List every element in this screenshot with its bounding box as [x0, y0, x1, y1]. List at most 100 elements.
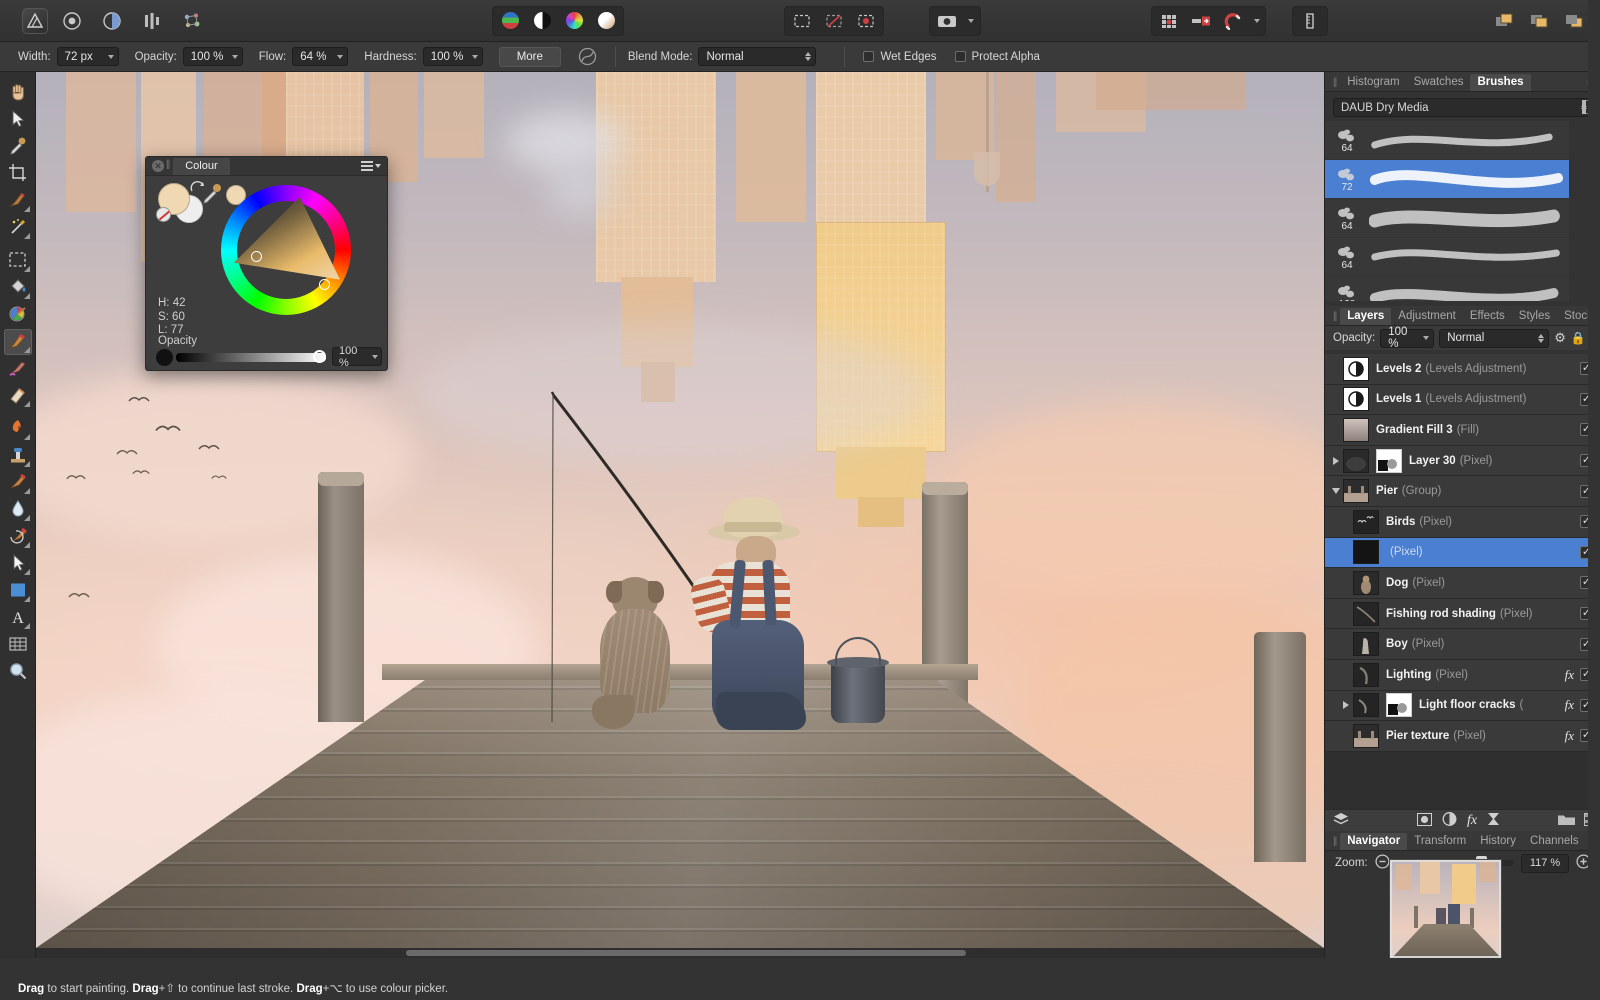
opacity-slider-handle[interactable] [313, 350, 326, 363]
chevron-right-icon[interactable] [1339, 701, 1353, 709]
inpainting-tool[interactable] [4, 470, 32, 496]
chevron-down-icon[interactable] [337, 55, 343, 59]
clone-brush-tool[interactable] [4, 443, 32, 469]
tool-submenu-indicator[interactable] [24, 569, 30, 575]
layer-blend-select[interactable]: Normal [1439, 329, 1549, 348]
layer-row[interactable]: Levels 2(Levels Adjustment)✓ [1325, 354, 1600, 385]
zoom-tool[interactable] [4, 659, 32, 685]
assistant-icon[interactable] [57, 8, 87, 34]
tab-brushes[interactable]: Brushes [1470, 74, 1530, 91]
layer-effects-icon[interactable]: fx [1565, 667, 1574, 683]
move-backward-icon[interactable] [1559, 8, 1589, 34]
brush-category-select[interactable]: DAUB Dry Media [1333, 98, 1592, 117]
no-colour-icon[interactable] [156, 207, 171, 222]
tab-history[interactable]: History [1473, 833, 1523, 850]
saturation-handle[interactable] [251, 251, 262, 262]
tab-channels[interactable]: Channels [1523, 833, 1586, 850]
selection-brush-tool[interactable] [4, 188, 32, 214]
chevron-down-icon[interactable] [372, 355, 378, 359]
tool-submenu-indicator[interactable] [24, 596, 30, 602]
layer-row[interactable]: Birds(Pixel)✓ [1325, 507, 1600, 538]
opacity-input[interactable]: 100 % [183, 47, 243, 66]
affinity-logo-icon[interactable] [22, 8, 48, 34]
chevron-down-icon[interactable] [1329, 488, 1343, 494]
flow-input[interactable]: 64 % [292, 47, 348, 66]
layer-row[interactable]: Fishing rod shading(Pixel)✓ [1325, 599, 1600, 630]
close-icon[interactable]: ✕ [152, 160, 164, 172]
export-persona-icon[interactable] [177, 8, 207, 34]
opacity-slider[interactable] [176, 353, 326, 362]
layer-row[interactable]: Lighting(Pixel)fx✓ [1325, 660, 1600, 691]
text-tool[interactable]: A [4, 605, 32, 631]
eyedropper-icon[interactable] [201, 183, 223, 208]
add-live-filter-icon[interactable] [1487, 812, 1500, 829]
colour-wheel-icon[interactable] [559, 8, 589, 34]
develop-persona-icon[interactable] [97, 8, 127, 34]
tool-submenu-indicator[interactable] [24, 206, 30, 212]
paint-brush-tool[interactable] [4, 329, 32, 355]
colour-tab[interactable]: Colour [173, 158, 229, 175]
move-to-front-icon[interactable] [1489, 8, 1519, 34]
tab-transform[interactable]: Transform [1407, 833, 1473, 850]
tab-adjustment[interactable]: Adjustment [1391, 308, 1463, 325]
drag-handle[interactable]: || [164, 159, 173, 173]
colour-picker-tool[interactable] [4, 134, 32, 160]
blend-mode-select[interactable]: Normal [698, 47, 816, 66]
drag-handle[interactable]: || [1331, 77, 1340, 91]
tab-histogram[interactable]: Histogram [1340, 74, 1406, 91]
layer-row[interactable]: Light floor cracks(fx✓ [1325, 691, 1600, 722]
magnet-snap-icon[interactable] [1218, 8, 1248, 34]
undo-brush-tool[interactable] [4, 524, 32, 550]
tool-submenu-indicator[interactable] [24, 347, 30, 353]
show-grid-icon[interactable] [1154, 8, 1184, 34]
brush-list[interactable]: 64726464128 [1325, 121, 1569, 301]
layer-row[interactable]: (Pixel)✓ [1325, 538, 1600, 569]
tool-submenu-indicator[interactable] [24, 461, 30, 467]
brush-item-4[interactable]: 128 [1325, 277, 1569, 301]
contrast-icon[interactable] [527, 8, 557, 34]
opacity-value-field[interactable]: 100 % [332, 347, 382, 366]
erase-brush-tool[interactable] [4, 383, 32, 409]
marquee-select-icon[interactable] [787, 8, 817, 34]
tab-swatches[interactable]: Swatches [1407, 74, 1471, 91]
dodge-burn-tool[interactable] [4, 416, 32, 442]
rectangle-tool[interactable] [4, 578, 32, 604]
move-forward-icon[interactable] [1524, 8, 1554, 34]
tool-submenu-indicator[interactable] [24, 401, 30, 407]
crop-tool[interactable] [4, 161, 32, 187]
move-tool[interactable] [4, 107, 32, 133]
view-tool[interactable] [4, 80, 32, 106]
layer-opacity-input[interactable]: 100 % [1380, 329, 1434, 348]
tool-submenu-indicator[interactable] [24, 266, 30, 272]
hue-handle[interactable] [319, 279, 330, 290]
stepper-icon[interactable] [805, 52, 811, 61]
tab-styles[interactable]: Styles [1512, 308, 1557, 325]
flood-select-tool[interactable] [4, 215, 32, 241]
deselect-icon[interactable] [819, 8, 849, 34]
stepper-icon[interactable] [1538, 334, 1544, 343]
refine-selection-icon[interactable] [851, 8, 881, 34]
brush-item-1[interactable]: 72 [1325, 160, 1569, 199]
gear-icon[interactable]: ⚙ [1554, 330, 1566, 346]
layer-effects-icon[interactable]: fx [1565, 728, 1574, 744]
drag-handle[interactable]: || [1331, 311, 1340, 325]
panel-menu-icon[interactable] [361, 161, 381, 171]
layer-row[interactable]: Pier texture(Pixel)fx✓ [1325, 721, 1600, 752]
snapshot-dropdown-icon[interactable] [964, 8, 978, 34]
layer-row[interactable]: Boy(Pixel)✓ [1325, 629, 1600, 660]
tool-submenu-indicator[interactable] [24, 293, 30, 299]
new-group-icon[interactable] [1558, 813, 1575, 829]
magnet-dropdown-icon[interactable] [1250, 8, 1263, 34]
tool-submenu-indicator[interactable] [24, 542, 30, 548]
width-input[interactable]: 72 px [57, 47, 119, 66]
drag-handle[interactable]: || [1331, 836, 1340, 850]
stabiliser-icon[interactable] [573, 47, 603, 66]
lock-icon[interactable]: 🔒 [1571, 331, 1586, 345]
hardness-input[interactable]: 100 % [423, 47, 483, 66]
zoom-value-field[interactable]: 117 % [1521, 854, 1569, 873]
chevron-down-icon[interactable] [232, 55, 238, 59]
add-effects-icon[interactable]: fx [1467, 813, 1477, 829]
chevron-down-icon[interactable] [108, 55, 114, 59]
protect-alpha-checkbox[interactable]: Protect Alpha [955, 51, 1040, 63]
canvas-horizontal-scrollbar[interactable] [36, 948, 1324, 958]
